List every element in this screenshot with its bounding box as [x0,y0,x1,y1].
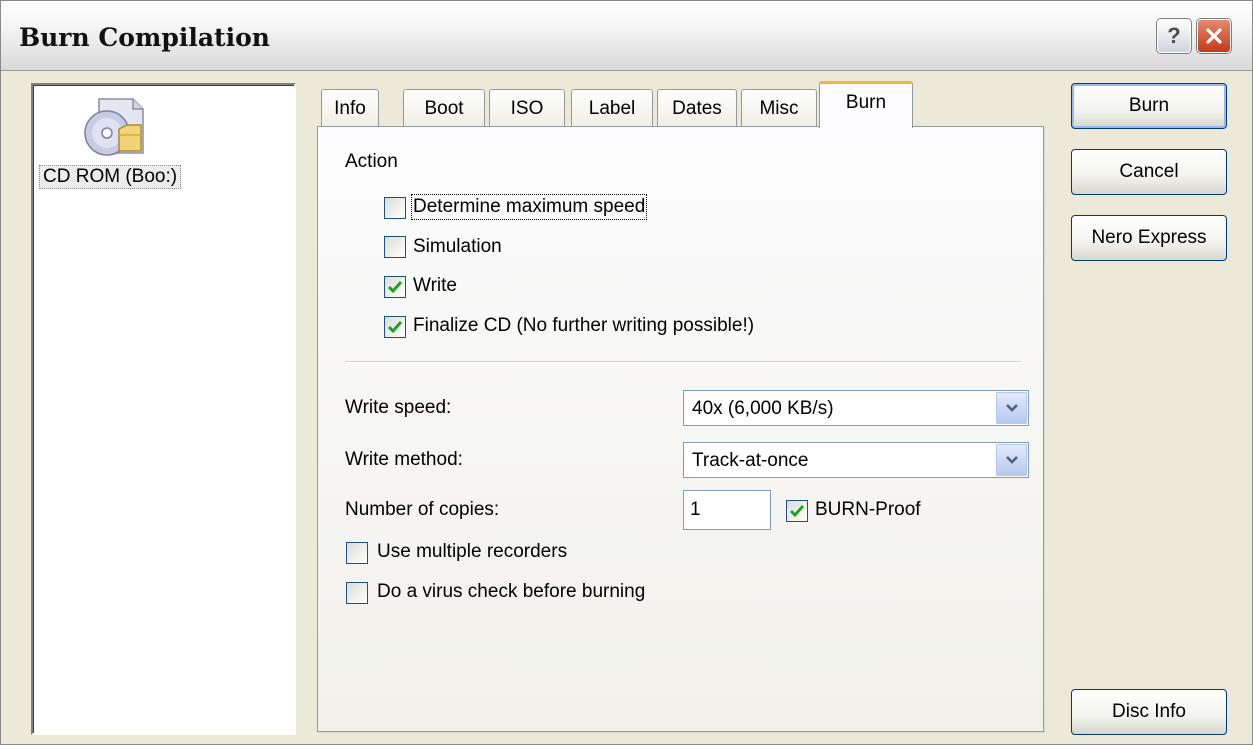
burn-button[interactable]: Burn [1071,83,1227,129]
burn-proof-checkbox[interactable] [786,500,808,522]
determine-max-speed-checkbox[interactable] [384,197,406,219]
checkmark-icon [387,321,403,334]
cd-rom-item-label[interactable]: CD ROM (Boo:) [39,165,182,189]
question-mark-icon: ? [1167,23,1181,48]
tab-iso[interactable]: ISO [489,89,565,127]
simulation-checkbox[interactable] [384,236,406,258]
virus-check-label[interactable]: Do a virus check before burning [377,581,645,603]
write-speed-value: 40x (6,000 KB/s) [692,398,834,419]
help-button[interactable]: ? [1157,19,1191,53]
determine-max-speed-label[interactable]: Determine maximum speed [410,194,648,220]
use-multiple-recorders-checkbox[interactable] [346,542,368,564]
action-heading: Action [345,151,398,172]
disc-info-button[interactable]: Disc Info [1071,689,1227,735]
virus-check-checkbox[interactable] [346,582,368,604]
tab-label[interactable]: Label [571,89,653,127]
tab-boot[interactable]: Boot [403,89,485,127]
write-speed-label: Write speed: [345,397,452,418]
write-checkbox[interactable] [384,276,406,298]
tab-misc[interactable]: Misc [741,89,817,127]
simulation-label[interactable]: Simulation [413,236,502,258]
write-method-label: Write method: [345,449,463,470]
burn-proof-label[interactable]: BURN-Proof [815,499,921,521]
window-title: Burn Compilation [19,23,270,52]
finalize-cd-label[interactable]: Finalize CD (No further writing possible… [413,315,754,337]
write-label[interactable]: Write [413,275,457,297]
number-of-copies-label: Number of copies: [345,499,500,520]
write-method-select[interactable]: Track-at-once [683,442,1029,478]
tab-info[interactable]: Info [321,89,379,127]
close-icon [1206,28,1222,44]
write-method-dropdown-button[interactable] [996,444,1027,476]
compilation-tree[interactable]: CD ROM (Boo:) [31,83,296,735]
section-divider [345,361,1021,363]
chevron-down-icon [1005,404,1018,412]
number-of-copies-input-box[interactable] [683,490,771,530]
nero-express-button[interactable]: Nero Express [1071,215,1227,261]
number-of-copies-input[interactable] [684,491,770,529]
checkmark-icon [789,505,805,518]
chevron-down-icon [1005,456,1018,464]
write-method-value: Track-at-once [692,450,809,471]
use-multiple-recorders-label[interactable]: Use multiple recorders [377,541,567,563]
cancel-button[interactable]: Cancel [1071,149,1227,195]
burn-compilation-dialog: Burn Compilation ? CD ROM (Boo:) Info Bo… [0,0,1253,745]
title-bar[interactable]: Burn Compilation ? [1,1,1252,71]
tab-burn[interactable]: Burn [819,81,913,128]
close-button[interactable] [1197,19,1231,53]
finalize-cd-checkbox[interactable] [384,316,406,338]
cd-folder-icon [84,98,144,156]
checkmark-icon [387,281,403,294]
write-speed-dropdown-button[interactable] [996,392,1027,424]
write-speed-select[interactable]: 40x (6,000 KB/s) [683,390,1029,426]
tab-dates[interactable]: Dates [657,89,737,127]
